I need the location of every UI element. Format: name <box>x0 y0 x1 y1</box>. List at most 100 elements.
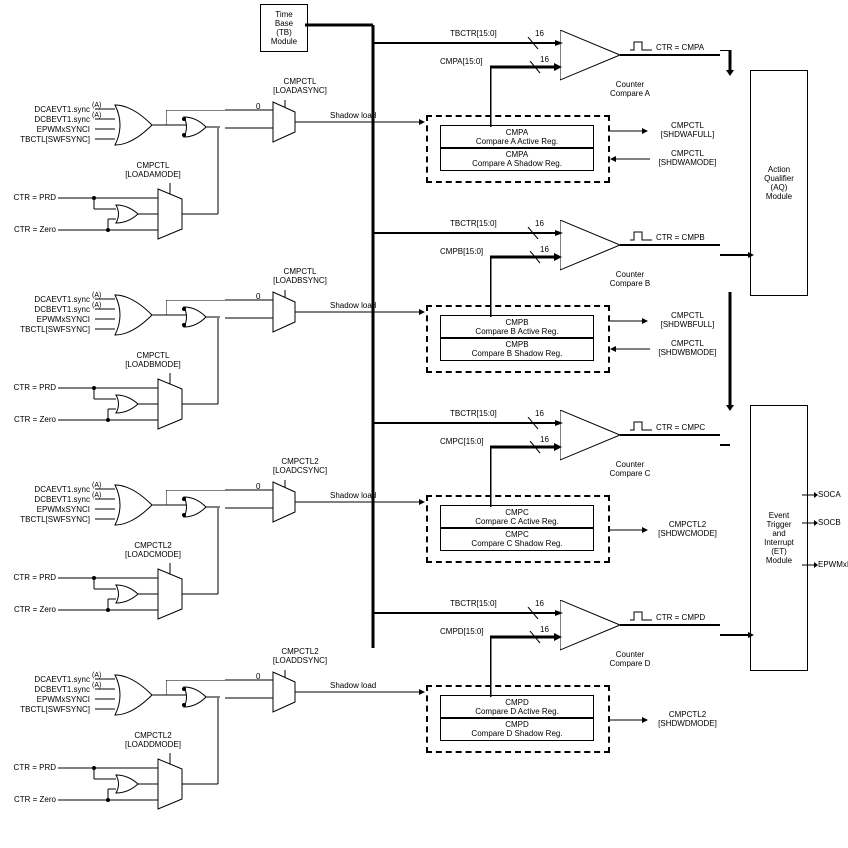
left-signal: EPWMxSYNCI <box>18 505 90 514</box>
zero-label: 0 <box>256 102 260 111</box>
tb-l4: Module <box>271 37 297 46</box>
width-16b: 16 <box>540 625 549 634</box>
tb-l2: Base <box>275 19 293 28</box>
et-l4: Interrupt <box>764 538 794 547</box>
left-signal: TBCTL[SWFSYNC] <box>18 325 90 334</box>
tbctr-label: TBCTR[15:0] <box>450 219 497 228</box>
or-gate-top <box>112 673 167 717</box>
cmp-label: CMPC[15:0] <box>440 437 484 446</box>
ctr-zero: CTR = Zero <box>4 415 56 424</box>
et-l3: and <box>772 529 785 538</box>
status-arrow1 <box>608 317 650 325</box>
ctr-equals: CTR = CMPC <box>656 423 705 432</box>
tbctr-line <box>373 607 563 619</box>
ctr-equals: CTR = CMPA <box>656 43 704 52</box>
mode-mux <box>58 183 238 243</box>
sync-label: CMPCTL2[LOADCSYNC] <box>265 457 335 475</box>
zero-label: 0 <box>256 292 260 301</box>
active-reg: CMPACompare A Active Reg. <box>440 125 594 149</box>
ctr-prd: CTR = PRD <box>4 573 56 582</box>
aq-l2: Qualifier <box>764 174 794 183</box>
soca-label: SOCA <box>818 490 841 499</box>
shadow-reg: CMPCCompare C Shadow Reg. <box>440 527 594 551</box>
et-output-arrows <box>802 485 818 575</box>
tbctr-label: TBCTR[15:0] <box>450 599 497 608</box>
status1: CMPCTL[SHDWBFULL] <box>650 311 725 329</box>
tbctr-label: TBCTR[15:0] <box>450 409 497 418</box>
comparator-triangle <box>560 600 725 655</box>
left-signal: DCBEVT1.sync <box>18 115 90 124</box>
tb-l3: (TB) <box>276 28 292 37</box>
width-16: 16 <box>535 29 544 38</box>
aq-l3: (AQ) <box>771 183 788 192</box>
cmp-label: CMPD[15:0] <box>440 627 484 636</box>
mode-mux <box>58 753 238 813</box>
left-signal: EPWMxSYNCI <box>18 125 90 134</box>
sync-label: CMPCTL[LOADASYNC] <box>265 77 335 95</box>
width-16: 16 <box>535 409 544 418</box>
counter-compare-label: CounterCompare C <box>590 460 670 478</box>
et-l1: Event <box>769 511 789 520</box>
et-l2: Trigger <box>766 520 791 529</box>
width-16b: 16 <box>540 55 549 64</box>
mode-label: CMPCTL[LOADAMODE] <box>118 161 188 179</box>
et-l5: (ET) <box>771 547 787 556</box>
counter-compare-label: CounterCompare A <box>590 80 670 98</box>
status2: CMPCTL[SHDWBMODE] <box>650 339 725 357</box>
mode-label: CMPCTL[LOADBMODE] <box>118 351 188 369</box>
left-signal: TBCTL[SWFSYNC] <box>18 705 90 714</box>
aq-l1: Action <box>768 165 790 174</box>
sync-label: CMPCTL2[LOADDSYNC] <box>265 647 335 665</box>
left-signal: DCAEVT1.sync <box>18 675 90 684</box>
width-16: 16 <box>535 219 544 228</box>
status-arrow2 <box>608 345 650 353</box>
active-reg: CMPDCompare D Active Reg. <box>440 695 594 719</box>
ctr-zero: CTR = Zero <box>4 225 56 234</box>
status1: CMPCTL[SHDWAFULL] <box>650 121 725 139</box>
or-gate-top <box>112 293 167 337</box>
mode-to-sync-line <box>217 318 227 373</box>
counter-compare-label: CounterCompare B <box>590 270 670 288</box>
left-signal: DCAEVT1.sync <box>18 485 90 494</box>
aq-l4: Module <box>766 192 792 201</box>
zero-label: 0 <box>256 672 260 681</box>
width-16: 16 <box>535 599 544 608</box>
counter-compare-label: CounterCompare D <box>590 650 670 668</box>
epwmint-label: EPWMxINT <box>818 560 848 569</box>
shadow-reg: CMPDCompare D Shadow Reg. <box>440 717 594 741</box>
active-reg: CMPBCompare B Active Reg. <box>440 315 594 339</box>
socb-label: SOCB <box>818 518 841 527</box>
left-signal: DCBEVT1.sync <box>18 495 90 504</box>
sync-mux <box>225 290 425 338</box>
mode-to-sync-line <box>217 128 227 183</box>
left-signal: DCAEVT1.sync <box>18 295 90 304</box>
left-signal: EPWMxSYNCI <box>18 695 90 704</box>
left-signal: DCAEVT1.sync <box>18 105 90 114</box>
shadow-load-label: Shadow load <box>330 681 376 690</box>
width-16b: 16 <box>540 245 549 254</box>
mode-to-sync-line <box>217 698 227 753</box>
status-arrow2 <box>608 155 650 163</box>
shadow-load-label: Shadow load <box>330 491 376 500</box>
right-connectors <box>720 50 760 750</box>
ctr-equals: CTR = CMPD <box>656 613 705 622</box>
sync-mux <box>225 670 425 718</box>
et-l6: Module <box>766 556 792 565</box>
sync-mux <box>225 100 425 148</box>
shadow-load-label: Shadow load <box>330 301 376 310</box>
status-arrow1 <box>608 716 650 724</box>
width-16b: 16 <box>540 435 549 444</box>
status1: CMPCTL2[SHDWCMODE] <box>650 520 725 538</box>
status-arrow1 <box>608 526 650 534</box>
sync-mux <box>225 480 425 528</box>
comparator-triangle <box>560 410 725 465</box>
sync-label: CMPCTL[LOADBSYNC] <box>265 267 335 285</box>
shadow-load-label: Shadow load <box>330 111 376 120</box>
ctr-prd: CTR = PRD <box>4 193 56 202</box>
comparator-triangle <box>560 30 725 85</box>
zero-label: 0 <box>256 482 260 491</box>
left-signal: DCBEVT1.sync <box>18 685 90 694</box>
tbctr-line <box>373 37 563 49</box>
shadow-reg: CMPBCompare B Shadow Reg. <box>440 337 594 361</box>
or-gate-top <box>112 483 167 527</box>
